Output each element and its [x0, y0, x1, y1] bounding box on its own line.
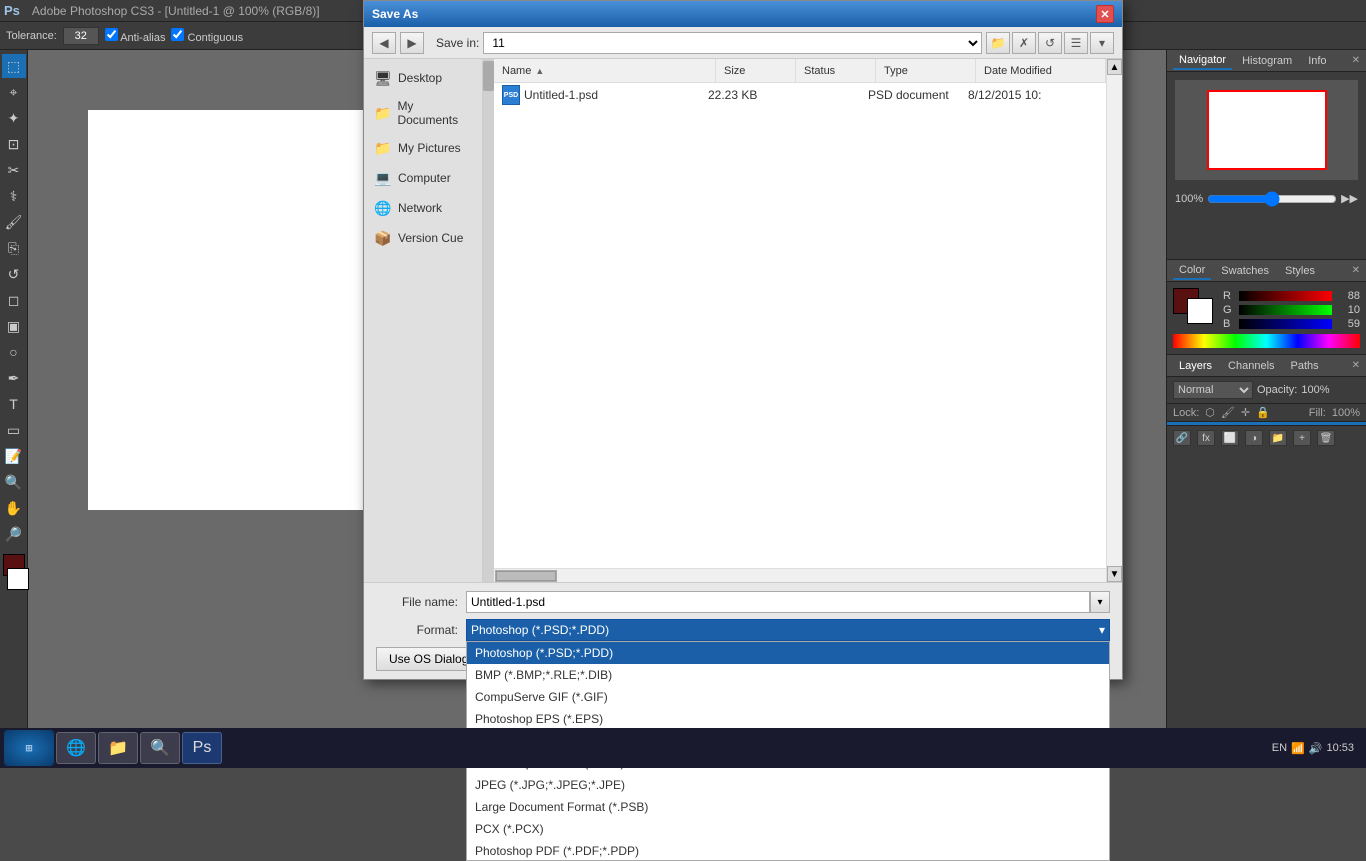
dialog-close-button[interactable]: ✕ — [1096, 5, 1114, 23]
filename-dropdown-btn[interactable]: ▾ — [1090, 591, 1110, 613]
nav-my-pictures[interactable]: 📁 My Pictures — [364, 133, 482, 163]
col-name[interactable]: Name▲ — [494, 59, 716, 82]
format-label: Format: — [376, 623, 466, 637]
taskbar-photoshop[interactable]: Ps — [182, 732, 222, 764]
taskbar-folder[interactable]: 📁 — [98, 732, 138, 764]
taskbar-search[interactable]: 🔍 — [140, 732, 180, 764]
toolbar-buttons: 📁 ✗ ↺ ☰ ▾ — [986, 32, 1114, 54]
scroll-up-btn[interactable]: ▲ — [1107, 59, 1122, 75]
col-modified[interactable]: Date Modified — [976, 59, 1106, 82]
hscroll-thumb[interactable] — [496, 571, 556, 581]
taskbar-lang: EN — [1272, 742, 1287, 754]
savein-select[interactable]: 11 — [483, 32, 982, 54]
dialog-toolbar: ◀ ▶ Save in: 11 📁 ✗ ↺ ☰ ▾ — [364, 27, 1122, 59]
nav-back-button[interactable]: ◀ — [372, 32, 396, 54]
format-option-pcx[interactable]: PCX (*.PCX) — [467, 818, 1109, 840]
taskbar-volume-icon: 🔊 — [1309, 742, 1323, 755]
photoshop-bg: Ps Adobe Photoshop CS3 - [Untitled-1 @ 1… — [0, 0, 1366, 768]
vertical-scrollbar[interactable]: ▲ ▼ — [1106, 59, 1122, 582]
file-list: Name▲ Size Status Type Date Modified — [494, 59, 1106, 582]
refresh-button[interactable]: ↺ — [1038, 32, 1062, 54]
nav-network[interactable]: 🌐 Network — [364, 193, 482, 223]
nav-network-label: Network — [398, 201, 442, 215]
format-dropdown-arrow: ▾ — [1099, 623, 1105, 637]
nav-computer[interactable]: 💻 Computer — [364, 163, 482, 193]
dialog-titlebar: Save As ✕ — [364, 1, 1122, 27]
file-list-header: Name▲ Size Status Type Date Modified — [494, 59, 1106, 83]
file-name: Untitled-1.psd — [524, 88, 708, 102]
new-folder-button[interactable]: 📁 — [986, 32, 1010, 54]
file-type: PSD document — [868, 88, 968, 102]
format-option-jpeg[interactable]: JPEG (*.JPG;*.JPEG;*.JPE) — [467, 774, 1109, 796]
taskbar: ⊞ 🌐 📁 🔍 Ps EN 📶 🔊 10:53 — [0, 728, 1366, 768]
nav-scrollbar[interactable] — [483, 59, 494, 582]
format-dropdown: Photoshop (*.PSD;*.PDD) ▾ Photoshop (*.P… — [466, 619, 1110, 641]
col-type[interactable]: Type — [876, 59, 976, 82]
computer-icon: 💻 — [374, 169, 392, 187]
nav-version-cue-label: Version Cue — [398, 231, 463, 245]
nav-forward-button[interactable]: ▶ — [400, 32, 424, 54]
taskbar-time: 10:53 — [1326, 742, 1354, 754]
format-option-gif[interactable]: CompuServe GIF (*.GIF) — [467, 686, 1109, 708]
nav-desktop[interactable]: 🖥 Desktop — [364, 63, 482, 93]
nav-desktop-label: Desktop — [398, 71, 442, 85]
format-row: Format: Photoshop (*.PSD;*.PDD) ▾ Photos… — [376, 619, 1110, 641]
details-toggle-button[interactable]: ☰ — [1064, 32, 1088, 54]
nav-my-pictures-label: My Pictures — [398, 141, 461, 155]
format-option-psd[interactable]: Photoshop (*.PSD;*.PDD) — [467, 642, 1109, 664]
savein-label: Save in: — [436, 36, 479, 50]
dialog-nav-panel: 🖥 Desktop 📁 My Documents 📁 My Pictures — [364, 59, 483, 582]
dialog-nav-container: 🖥 Desktop 📁 My Documents 📁 My Pictures — [364, 59, 494, 582]
version-cue-icon: 📦 — [374, 229, 392, 247]
filename-row: File name: ▾ — [376, 591, 1110, 613]
file-size: 22.23 KB — [708, 88, 788, 102]
file-list-body: PSD Untitled-1.psd 22.23 KB PSD document… — [494, 83, 1106, 568]
desktop-icon: 🖥 — [374, 69, 392, 87]
psd-file-icon: PSD — [502, 85, 520, 105]
dialog-overlay: Save As ✕ ◀ ▶ Save in: 11 📁 ✗ ↺ ☰ ▾ — [0, 0, 1366, 768]
filename-input[interactable] — [466, 591, 1090, 613]
my-pictures-icon: 📁 — [374, 139, 392, 157]
format-selected-value: Photoshop (*.PSD;*.PDD) — [471, 623, 609, 637]
nav-my-documents[interactable]: 📁 My Documents — [364, 93, 482, 133]
format-select-button[interactable]: Photoshop (*.PSD;*.PDD) ▾ — [466, 619, 1110, 641]
scroll-down-btn[interactable]: ▼ — [1107, 566, 1122, 582]
col-size[interactable]: Size — [716, 59, 796, 82]
save-as-dialog: Save As ✕ ◀ ▶ Save in: 11 📁 ✗ ↺ ☰ ▾ — [363, 0, 1123, 680]
format-option-pdf[interactable]: Photoshop PDF (*.PDF;*.PDP) — [467, 840, 1109, 861]
hscroll-track[interactable] — [495, 570, 557, 582]
file-modified: 8/12/2015 10: — [968, 88, 1098, 102]
nav-version-cue[interactable]: 📦 Version Cue — [364, 223, 482, 253]
dialog-footer: File name: ▾ Format: Photoshop (*.PSD;*.… — [364, 582, 1122, 679]
format-option-eps[interactable]: Photoshop EPS (*.EPS) — [467, 708, 1109, 730]
taskbar-network-icon: 📶 — [1291, 742, 1305, 755]
nav-my-documents-label: My Documents — [397, 99, 472, 127]
my-documents-icon: 📁 — [374, 104, 391, 122]
taskbar-ie[interactable]: 🌐 — [56, 732, 96, 764]
format-option-psb[interactable]: Large Document Format (*.PSB) — [467, 796, 1109, 818]
nav-computer-label: Computer — [398, 171, 451, 185]
delete-button[interactable]: ✗ — [1012, 32, 1036, 54]
filename-label: File name: — [376, 595, 466, 609]
nav-scrollbar-thumb[interactable] — [483, 61, 494, 91]
file-icon: PSD — [502, 86, 520, 104]
start-button[interactable]: ⊞ — [4, 730, 54, 766]
taskbar-tray: EN 📶 🔊 10:53 — [1264, 742, 1362, 755]
col-status[interactable]: Status — [796, 59, 876, 82]
dialog-title: Save As — [372, 7, 1096, 21]
network-icon: 🌐 — [374, 199, 392, 217]
horizontal-scrollbar[interactable] — [494, 568, 1106, 582]
scroll-track[interactable] — [1107, 75, 1122, 566]
table-row[interactable]: PSD Untitled-1.psd 22.23 KB PSD document… — [494, 83, 1106, 107]
dialog-body: 🖥 Desktop 📁 My Documents 📁 My Pictures — [364, 59, 1122, 582]
format-option-bmp[interactable]: BMP (*.BMP;*.RLE;*.DIB) — [467, 664, 1109, 686]
views-button[interactable]: ▾ — [1090, 32, 1114, 54]
